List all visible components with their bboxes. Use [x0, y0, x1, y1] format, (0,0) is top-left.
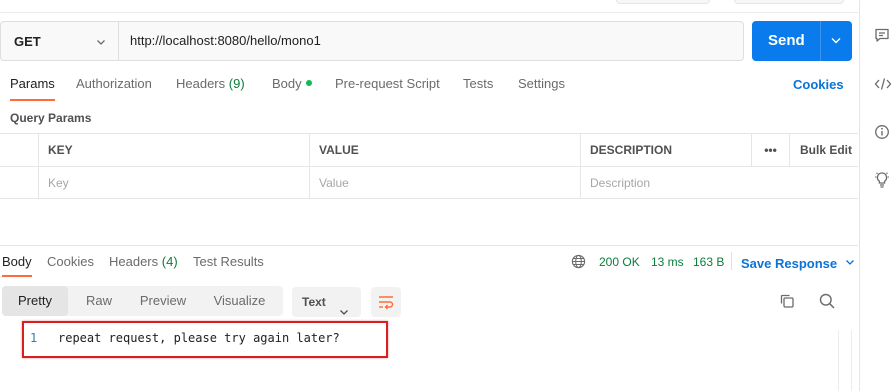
value-input[interactable]: Value	[309, 167, 580, 199]
tab-label: Body	[2, 254, 32, 269]
search-icon[interactable]	[818, 292, 836, 313]
tab-response-body[interactable]: Body	[2, 254, 32, 277]
chevron-down-icon	[96, 35, 106, 50]
tab-response-cookies[interactable]: Cookies	[47, 254, 94, 269]
top-tab-fragment[interactable]	[616, 0, 710, 4]
pane-divider[interactable]	[0, 245, 858, 246]
top-tab-fragment[interactable]	[734, 0, 844, 4]
table-row: Key Value Description	[0, 166, 858, 199]
tab-count: (9)	[228, 76, 245, 91]
method-label: GET	[14, 33, 41, 49]
tab-authorization[interactable]: Authorization	[76, 76, 152, 91]
description-input[interactable]: Description	[580, 167, 751, 199]
send-button[interactable]: Send	[752, 21, 852, 61]
editor-scrollbar[interactable]	[838, 330, 852, 391]
send-options-chevron-icon[interactable]	[830, 34, 842, 49]
view-raw-button[interactable]: Raw	[68, 286, 130, 316]
save-response-label: Save Response	[741, 256, 838, 271]
info-icon[interactable]	[874, 124, 892, 142]
method-select[interactable]: GET	[1, 22, 119, 60]
tab-label: Cookies	[47, 254, 94, 269]
column-header-key: KEY	[38, 134, 309, 166]
status-code[interactable]: 200 OK	[599, 255, 640, 269]
query-params-title: Query Params	[10, 111, 92, 125]
response-tabs: Body Cookies Headers (4) Test Results	[0, 254, 858, 278]
code-icon[interactable]	[874, 76, 892, 94]
tab-label: Tests	[463, 76, 494, 91]
tab-label: Body	[272, 76, 302, 91]
column-header-description: DESCRIPTION	[580, 134, 751, 166]
bulk-edit-button[interactable]: Bulk Edit	[789, 134, 858, 166]
format-label: Text	[302, 295, 326, 309]
tab-count: (4)	[161, 254, 178, 269]
divider	[820, 21, 821, 61]
request-tabs: Params Authorization Headers (9) Body Pr…	[0, 76, 858, 101]
right-sidebar-rail	[859, 0, 892, 391]
send-label: Send	[768, 32, 805, 49]
tab-headers[interactable]: Headers (9)	[176, 76, 245, 91]
response-size[interactable]: 163 B	[693, 255, 724, 269]
tab-label: Authorization	[76, 76, 152, 91]
postman-request-window: GET http://localhost:8080/hello/mono1 Se…	[0, 0, 892, 391]
active-tab-indicator	[10, 99, 55, 101]
wrap-lines-icon	[377, 294, 395, 313]
query-params-table: KEY VALUE DESCRIPTION ••• Bulk Edit Key …	[0, 133, 858, 199]
view-preview-button[interactable]: Preview	[130, 286, 196, 316]
tab-body[interactable]: Body	[272, 76, 312, 91]
url-input[interactable]: http://localhost:8080/hello/mono1	[130, 33, 321, 48]
wrap-lines-button[interactable]	[371, 287, 401, 317]
tab-params[interactable]: Params	[10, 76, 55, 101]
table-header-row: KEY VALUE DESCRIPTION ••• Bulk Edit	[0, 133, 858, 166]
tab-response-headers[interactable]: Headers (4)	[109, 254, 178, 269]
comment-icon[interactable]	[874, 27, 892, 45]
cookies-link[interactable]: Cookies	[793, 77, 844, 92]
save-response-button[interactable]: Save Response	[741, 255, 855, 271]
divider	[0, 12, 858, 13]
globe-icon[interactable]	[571, 254, 586, 272]
column-header-value: VALUE	[309, 134, 580, 166]
annotation-highlight-box	[22, 321, 388, 358]
tab-settings[interactable]: Settings	[518, 76, 565, 91]
row-checkbox-cell	[0, 167, 38, 199]
tab-label: Test Results	[193, 254, 264, 269]
copy-icon[interactable]	[778, 292, 796, 313]
tab-test-results[interactable]: Test Results	[193, 254, 264, 269]
response-time[interactable]: 13 ms	[651, 255, 684, 269]
checkbox-column-header	[0, 134, 38, 166]
key-input[interactable]: Key	[38, 167, 309, 199]
view-visualize-button[interactable]: Visualize	[196, 286, 283, 316]
tab-label: Pre-request Script	[335, 76, 440, 91]
tab-pre-request-script[interactable]: Pre-request Script	[335, 76, 440, 91]
tab-label: Headers	[176, 76, 226, 91]
active-tab-indicator	[2, 275, 32, 277]
divider	[731, 252, 732, 270]
request-url-bar: GET http://localhost:8080/hello/mono1	[0, 21, 744, 61]
tab-label: Params	[10, 76, 55, 91]
more-options-button[interactable]: •••	[751, 134, 789, 166]
lightbulb-icon[interactable]	[874, 171, 892, 189]
view-mode-switcher: Pretty Raw Preview Visualize	[2, 286, 283, 316]
tab-label: Headers	[109, 254, 159, 269]
format-select[interactable]: Text	[292, 287, 361, 317]
body-indicator-dot	[305, 80, 312, 86]
top-tab-strip	[0, 0, 858, 8]
chevron-down-icon	[845, 255, 855, 270]
tab-label: Settings	[518, 76, 565, 91]
view-pretty-button[interactable]: Pretty	[2, 286, 68, 316]
tab-tests[interactable]: Tests	[463, 76, 493, 91]
